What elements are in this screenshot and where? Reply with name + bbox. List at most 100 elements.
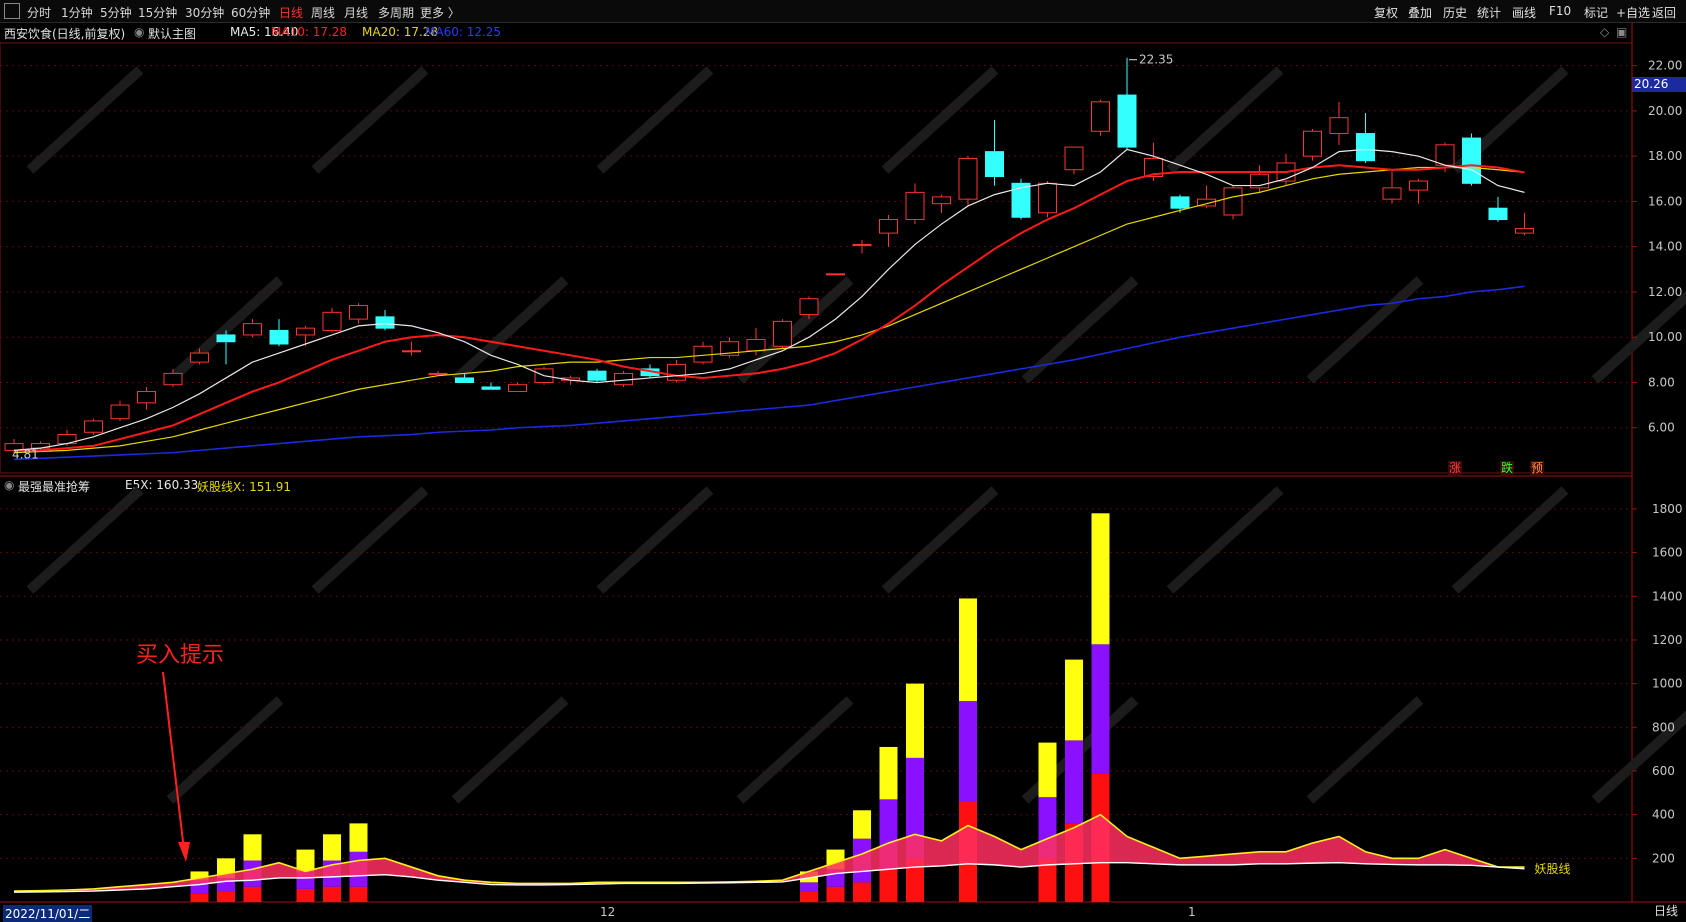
watermark-stripe <box>1451 66 1569 174</box>
period-tab-1[interactable]: 1分钟 <box>61 4 93 21</box>
period-mode-label[interactable]: 日线 <box>1654 902 1678 919</box>
candle-body <box>349 305 368 320</box>
candle-body <box>799 298 819 316</box>
period-tab-3[interactable]: 15分钟 <box>138 4 177 21</box>
period-tab-0[interactable]: 分时 <box>27 4 51 21</box>
period-tab-5[interactable]: 60分钟 <box>231 4 270 21</box>
candle-body <box>4 443 24 451</box>
ind-bar-purple <box>879 799 898 870</box>
watermark-stripe <box>596 66 714 174</box>
candle-body <box>1250 173 1269 189</box>
watermark-stripe <box>596 486 714 594</box>
price-tick-label: 16.00 <box>1648 194 1682 208</box>
price-panel-border <box>0 42 1633 474</box>
indicator-name[interactable]: 最强最准抢筹 <box>18 478 90 495</box>
ind-bar-purple <box>217 877 235 892</box>
candle-body <box>932 196 951 205</box>
kline-chart[interactable]: 22.0020.0018.0016.0014.0012.0010.008.006… <box>0 0 1686 921</box>
indicator-icon[interactable]: ◉ <box>4 478 14 492</box>
period-tab-10[interactable]: 更多 〉 <box>420 4 460 21</box>
ind-tick-label: 1800 <box>1652 502 1683 516</box>
candle-body <box>481 386 501 390</box>
candle-body <box>455 377 474 383</box>
candle-body <box>137 391 156 404</box>
price-tick-label: 14.00 <box>1648 240 1682 254</box>
candle-body <box>1011 182 1031 218</box>
candle-body <box>31 443 50 449</box>
collapse-icon[interactable]: ◇ <box>1600 25 1609 39</box>
tool-button-5[interactable]: F10 <box>1549 4 1571 18</box>
yaogu-line-label: 妖股线 <box>1535 862 1571 876</box>
ind-bar-purple <box>296 871 315 889</box>
candle-body <box>1515 228 1534 234</box>
ind-bar-red <box>323 886 341 902</box>
candle-body <box>879 219 898 234</box>
marker-zhang: 涨 <box>1449 460 1461 475</box>
main-chart-icon[interactable]: ◉ <box>134 25 144 39</box>
e5x-fill-area <box>14 814 1525 893</box>
price-tick-label: 8.00 <box>1648 375 1675 389</box>
ind-bar-purple <box>906 757 924 859</box>
candle-body <box>428 372 448 375</box>
candle-body <box>746 338 766 352</box>
marker-box-yu <box>1530 461 1544 475</box>
stock-name[interactable]: 西安饮食(日线,前复权) <box>4 25 125 42</box>
buy-hint-arrow-head <box>178 842 190 862</box>
ind-bar-red <box>1038 858 1057 902</box>
ind-bar-red <box>190 893 209 902</box>
ma10-value: MA10: 17.28 <box>271 25 348 39</box>
ma10-line <box>14 164 1525 452</box>
watermark-stripe <box>1306 276 1424 384</box>
candle-body <box>216 334 236 343</box>
ind-tick-label: 600 <box>1652 764 1675 778</box>
menu-icon[interactable] <box>4 3 20 19</box>
price-tick-label: 22.00 <box>1648 59 1682 73</box>
candle-body <box>826 273 845 276</box>
ind-bar-yellow <box>349 823 368 852</box>
ind-bar-red <box>349 886 368 902</box>
watermark-stripe <box>451 696 569 804</box>
candle-body <box>1091 101 1110 132</box>
tool-button-1[interactable]: 叠加 <box>1408 4 1432 21</box>
price-tick-label: 6.00 <box>1648 421 1675 435</box>
buy-hint-annotation: 买入提示 <box>136 643 224 668</box>
ind-bar-purple <box>243 860 262 887</box>
period-tab-6[interactable]: 日线 <box>279 4 303 21</box>
ind-tick-label: 1000 <box>1652 677 1683 691</box>
tool-button-7[interactable]: +自选 <box>1616 4 1650 21</box>
period-tab-2[interactable]: 5分钟 <box>100 4 132 21</box>
ind-bar-purple <box>826 869 845 887</box>
ind-bar-red <box>296 888 315 902</box>
candle-body <box>640 368 660 377</box>
period-tab-8[interactable]: 月线 <box>344 4 368 21</box>
ind-bar-yellow <box>1091 513 1110 645</box>
candle-body <box>110 404 130 420</box>
marker-die: 跌 <box>1501 460 1513 475</box>
tool-button-8[interactable]: 返回 <box>1652 4 1676 21</box>
candle-body <box>296 327 315 336</box>
watermark-stripe <box>166 696 284 804</box>
ind-bar-red <box>800 891 818 902</box>
main-chart-label[interactable]: 默认主图 <box>148 25 196 42</box>
candle-body <box>269 329 289 345</box>
tool-button-6[interactable]: 标记 <box>1584 4 1608 21</box>
candle-body <box>614 372 633 386</box>
ma5-line <box>13 148 1525 451</box>
candle-body <box>534 368 554 383</box>
watermark-stripe <box>1591 710 1686 804</box>
ind-bar-red <box>906 858 924 902</box>
period-tab-9[interactable]: 多周期 <box>378 4 414 21</box>
candle-body <box>1223 187 1243 216</box>
period-tab-7[interactable]: 周线 <box>311 4 335 21</box>
tool-button-2[interactable]: 历史 <box>1443 4 1467 21</box>
ind-bar-yellow <box>323 834 341 861</box>
tool-button-4[interactable]: 画线 <box>1512 4 1536 21</box>
tool-button-3[interactable]: 统计 <box>1477 4 1501 21</box>
ind-tick-label: 400 <box>1652 808 1675 822</box>
candle-body <box>243 323 262 336</box>
period-tab-4[interactable]: 30分钟 <box>185 4 224 21</box>
tool-button-0[interactable]: 复权 <box>1374 4 1398 21</box>
candle-body <box>1197 198 1216 207</box>
window-icon[interactable]: ▣ <box>1616 25 1627 39</box>
candle-body <box>1435 144 1455 166</box>
